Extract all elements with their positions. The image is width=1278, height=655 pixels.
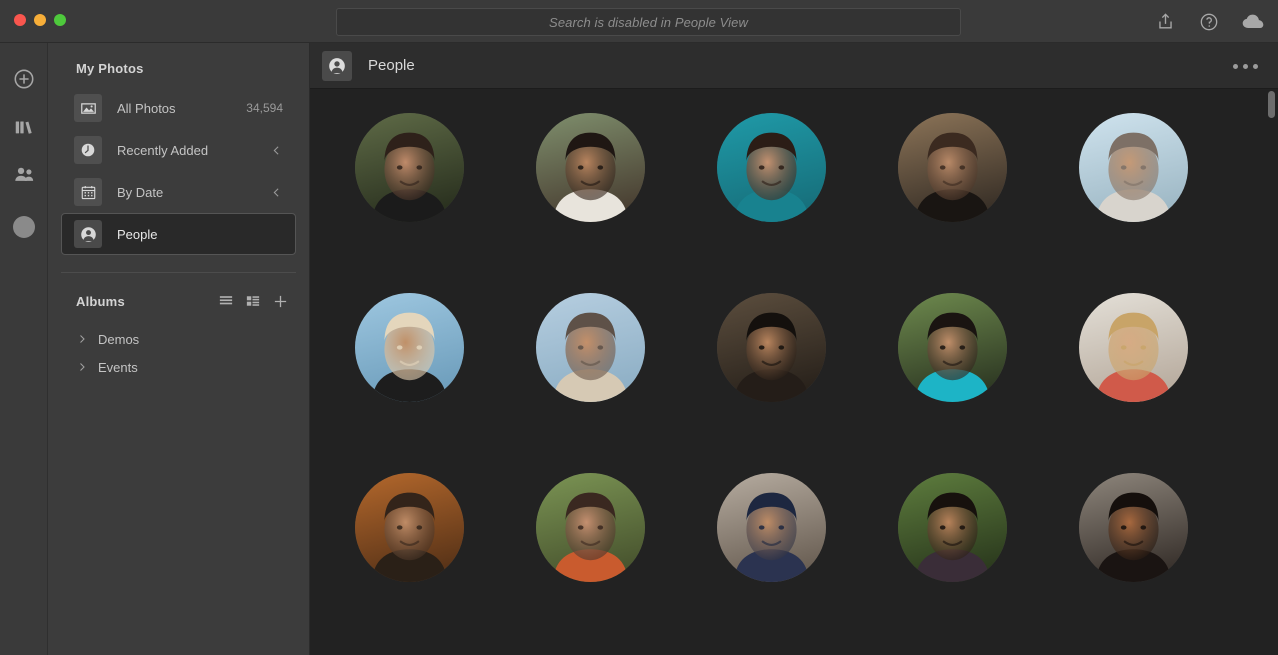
chevron-right-icon[interactable]	[76, 361, 94, 373]
person-face-thumbnail[interactable]	[717, 113, 826, 222]
people-grid-cell	[536, 113, 717, 222]
person-face-thumbnail[interactable]	[717, 293, 826, 402]
people-grid-cell	[1079, 113, 1260, 222]
maximize-window-button[interactable]	[54, 14, 66, 26]
person-face-thumbnail[interactable]	[355, 293, 464, 402]
person-face-thumbnail[interactable]	[898, 293, 1007, 402]
sidebar-item-by-date[interactable]: By Date	[61, 171, 296, 213]
photos-application-window: Search is disabled in People View My Pho…	[0, 0, 1278, 655]
person-face-thumbnail[interactable]	[1079, 293, 1188, 402]
people-icon	[13, 163, 36, 191]
share-icon[interactable]	[1154, 11, 1176, 33]
people-grid-cell	[717, 113, 898, 222]
album-item-demos[interactable]: Demos	[76, 325, 309, 353]
people-grid-cell	[1079, 293, 1260, 402]
sidebar-item-label: People	[117, 226, 158, 242]
dot	[1243, 63, 1248, 69]
content-header: People	[310, 43, 1278, 89]
sidebar-item-recently-added[interactable]: Recently Added	[61, 129, 296, 171]
person-face-thumbnail[interactable]	[536, 113, 645, 222]
people-grid-cell	[355, 473, 536, 582]
page-title: People	[368, 57, 415, 74]
dot	[1233, 63, 1238, 69]
people-grid-cell	[898, 113, 1079, 222]
account-avatar	[13, 216, 35, 238]
sidebar: My Photos All Photos 34,594 Recently Add…	[48, 43, 310, 655]
rail-item-people[interactable]	[0, 153, 48, 201]
people-grid-cell	[536, 293, 717, 402]
people-grid-cell	[536, 473, 717, 582]
sidebar-item-all-photos[interactable]: All Photos 34,594	[61, 87, 296, 129]
sidebar-item-label: By Date	[117, 184, 164, 200]
person-face-thumbnail[interactable]	[536, 473, 645, 582]
person-face-thumbnail[interactable]	[355, 113, 464, 222]
albums-header: Albums	[48, 291, 309, 311]
minimize-window-button[interactable]	[34, 14, 46, 26]
add-album-icon[interactable]	[273, 294, 288, 309]
more-options-button[interactable]	[1233, 43, 1258, 89]
person-face-thumbnail[interactable]	[536, 293, 645, 402]
calendar-icon	[74, 178, 102, 206]
cloud-icon[interactable]	[1242, 11, 1264, 33]
person-face-thumbnail[interactable]	[898, 473, 1007, 582]
people-grid-scroll-region[interactable]	[310, 89, 1278, 655]
people-grid-cell	[717, 293, 898, 402]
people-grid-cell	[717, 473, 898, 582]
people-grid-cell	[1079, 473, 1260, 582]
person-face-thumbnail[interactable]	[1079, 473, 1188, 582]
people-grid-cell	[355, 113, 536, 222]
help-icon[interactable]	[1198, 11, 1220, 33]
search-placeholder-text: Search is disabled in People View	[549, 14, 748, 30]
rail-item-account[interactable]	[0, 203, 48, 251]
icon-rail	[0, 43, 48, 655]
person-face-thumbnail[interactable]	[355, 473, 464, 582]
sidebar-item-label: Recently Added	[117, 142, 209, 158]
people-face-grid	[310, 89, 1278, 582]
grid-view-icon[interactable]	[246, 294, 260, 308]
albums-title: Albums	[76, 293, 125, 309]
vertical-scrollbar-thumb[interactable]	[1268, 91, 1275, 118]
album-item-label: Events	[98, 359, 138, 375]
clock-icon	[74, 136, 102, 164]
library-icon	[13, 116, 35, 143]
sidebar-item-people[interactable]: People	[61, 213, 296, 255]
sidebar-section-title: My Photos	[76, 61, 144, 76]
sidebar-nav-list: All Photos 34,594 Recently Added By Date…	[48, 87, 309, 255]
people-grid-cell	[898, 293, 1079, 402]
window-controls	[14, 14, 66, 26]
people-grid-cell	[355, 293, 536, 402]
content-area: People	[310, 43, 1278, 655]
albums-actions	[219, 294, 288, 309]
people-grid-cell	[898, 473, 1079, 582]
person-face-thumbnail[interactable]	[1079, 113, 1188, 222]
person-icon	[322, 50, 352, 81]
chevron-left-icon[interactable]	[270, 144, 283, 157]
all-photos-count: 34,594	[246, 101, 283, 115]
album-item-events[interactable]: Events	[76, 353, 309, 381]
chevron-left-icon[interactable]	[270, 186, 283, 199]
person-face-thumbnail[interactable]	[898, 113, 1007, 222]
titlebar-actions	[1154, 0, 1264, 43]
title-bar: Search is disabled in People View	[0, 0, 1278, 43]
album-item-label: Demos	[98, 331, 140, 347]
search-input[interactable]: Search is disabled in People View	[336, 8, 961, 36]
list-view-icon[interactable]	[219, 294, 233, 308]
rail-item-library[interactable]	[0, 105, 48, 153]
close-window-button[interactable]	[14, 14, 26, 26]
chevron-right-icon[interactable]	[76, 333, 94, 345]
sidebar-divider	[61, 272, 296, 273]
dot	[1253, 63, 1258, 69]
add-icon	[13, 68, 35, 95]
person-icon	[74, 220, 102, 248]
sidebar-item-label: All Photos	[117, 100, 176, 116]
rail-item-add[interactable]	[0, 57, 48, 105]
albums-list: Demos Events	[48, 325, 309, 381]
person-face-thumbnail[interactable]	[717, 473, 826, 582]
photo-icon	[74, 94, 102, 122]
